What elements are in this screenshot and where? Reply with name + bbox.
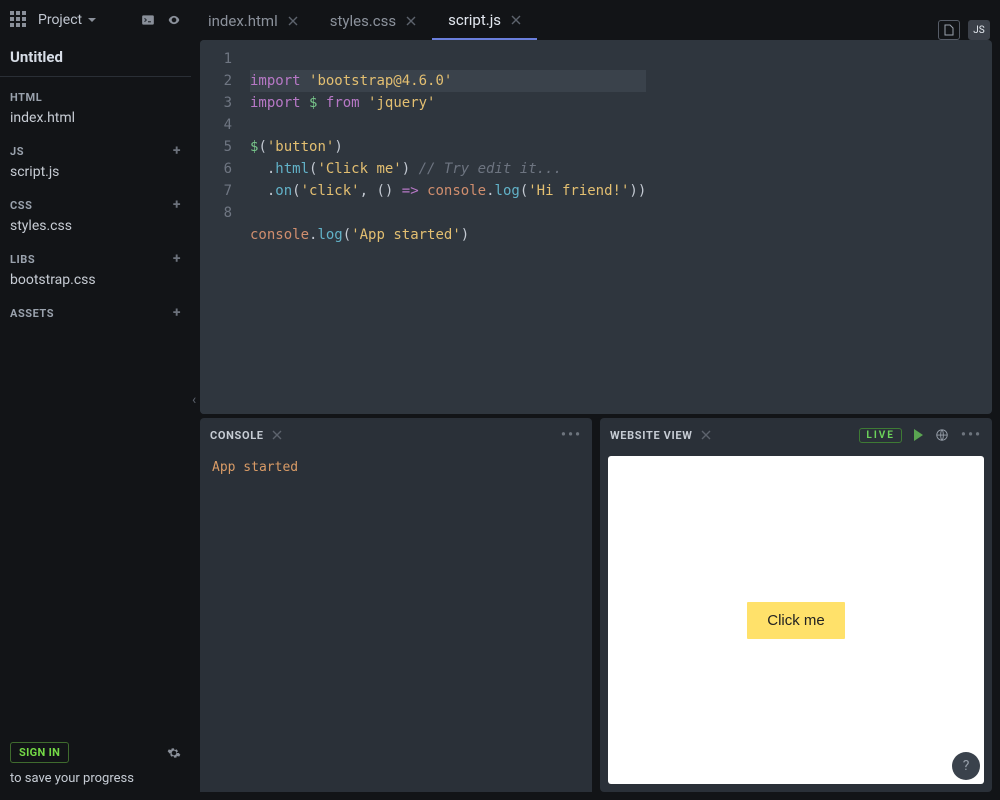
gutter: 1 2 3 4 5 6 7 8 (200, 40, 240, 414)
preview-button[interactable]: Click me (747, 602, 845, 639)
section-css: CSS + styles.css (0, 184, 191, 238)
collapse-handle[interactable]: ‹ (192, 392, 196, 408)
file-bootstrap-css[interactable]: bootstrap.css (0, 268, 191, 292)
code-editor[interactable]: 1 2 3 4 5 6 7 8 import 'bootstrap@4.6.0'… (200, 40, 992, 414)
help-button[interactable]: ? (952, 752, 980, 780)
website-view-body[interactable]: Click me (608, 456, 984, 784)
tab-styles-css[interactable]: styles.css (314, 2, 432, 40)
add-libs-icon[interactable]: + (173, 252, 181, 266)
project-dropdown[interactable]: Project (38, 12, 96, 28)
save-progress-text: to save your progress (10, 771, 181, 786)
doc-icon[interactable] (938, 20, 960, 40)
lang-badge[interactable]: JS (968, 20, 990, 40)
close-icon[interactable] (272, 430, 282, 440)
more-icon[interactable]: ••• (961, 427, 982, 443)
section-html: HTML index.html (0, 77, 191, 130)
eye-icon[interactable] (167, 13, 181, 27)
bottom-panes: CONSOLE ••• App started WEBSITE VIEW LIV… (192, 418, 1000, 800)
section-head-js: JS (10, 145, 24, 158)
sign-in-button[interactable]: SIGN IN (10, 742, 69, 763)
chevron-down-icon (88, 18, 96, 22)
tab-label: index.html (208, 12, 278, 30)
close-icon[interactable] (701, 430, 711, 440)
console-output[interactable]: App started (200, 452, 592, 792)
main: index.html styles.css script.js JS 1 (192, 0, 1000, 800)
section-js: JS + script.js (0, 130, 191, 184)
section-head-html: HTML (10, 91, 42, 104)
console-pane: CONSOLE ••• App started (200, 418, 592, 792)
sidebar-footer: SIGN IN to save your progress (0, 732, 191, 800)
section-head-assets: ASSETS (10, 307, 54, 320)
live-badge: LIVE (859, 428, 902, 443)
file-styles-css[interactable]: styles.css (0, 214, 191, 238)
terminal-icon[interactable] (141, 13, 155, 27)
add-js-icon[interactable]: + (173, 144, 181, 158)
gear-icon[interactable] (167, 746, 181, 760)
console-head: CONSOLE ••• (200, 418, 592, 452)
tab-label: styles.css (330, 12, 396, 30)
file-script-js[interactable]: script.js (0, 160, 191, 184)
close-icon[interactable] (406, 16, 416, 26)
website-view-head: WEBSITE VIEW LIVE ••• (600, 418, 992, 452)
tabs-bar: index.html styles.css script.js JS (192, 0, 1000, 40)
close-icon[interactable] (511, 15, 521, 25)
project-label: Project (38, 12, 82, 28)
more-icon[interactable]: ••• (561, 427, 582, 443)
tab-index-html[interactable]: index.html (192, 2, 314, 40)
file-index-html[interactable]: index.html (0, 106, 191, 130)
add-assets-icon[interactable]: + (173, 306, 181, 320)
close-icon[interactable] (288, 16, 298, 26)
play-icon[interactable] (914, 429, 923, 441)
section-assets: ASSETS + (0, 292, 191, 322)
apps-icon[interactable] (10, 11, 28, 29)
console-title: CONSOLE (210, 429, 264, 442)
project-title[interactable]: Untitled (0, 40, 191, 77)
tab-label: script.js (448, 11, 501, 29)
sidebar: Project Untitled HTML index.html JS + scr… (0, 0, 192, 800)
tab-script-js[interactable]: script.js (432, 2, 537, 40)
sidebar-header: Project (0, 0, 191, 40)
section-head-css: CSS (10, 199, 32, 212)
globe-icon[interactable] (935, 428, 949, 442)
section-head-libs: LIBS (10, 253, 35, 266)
code-body[interactable]: import 'bootstrap@4.6.0' import $ from '… (240, 40, 656, 414)
website-view-pane: WEBSITE VIEW LIVE ••• Click me (600, 418, 992, 792)
add-css-icon[interactable]: + (173, 198, 181, 212)
section-libs: LIBS + bootstrap.css (0, 238, 191, 292)
website-view-title: WEBSITE VIEW (610, 429, 693, 442)
